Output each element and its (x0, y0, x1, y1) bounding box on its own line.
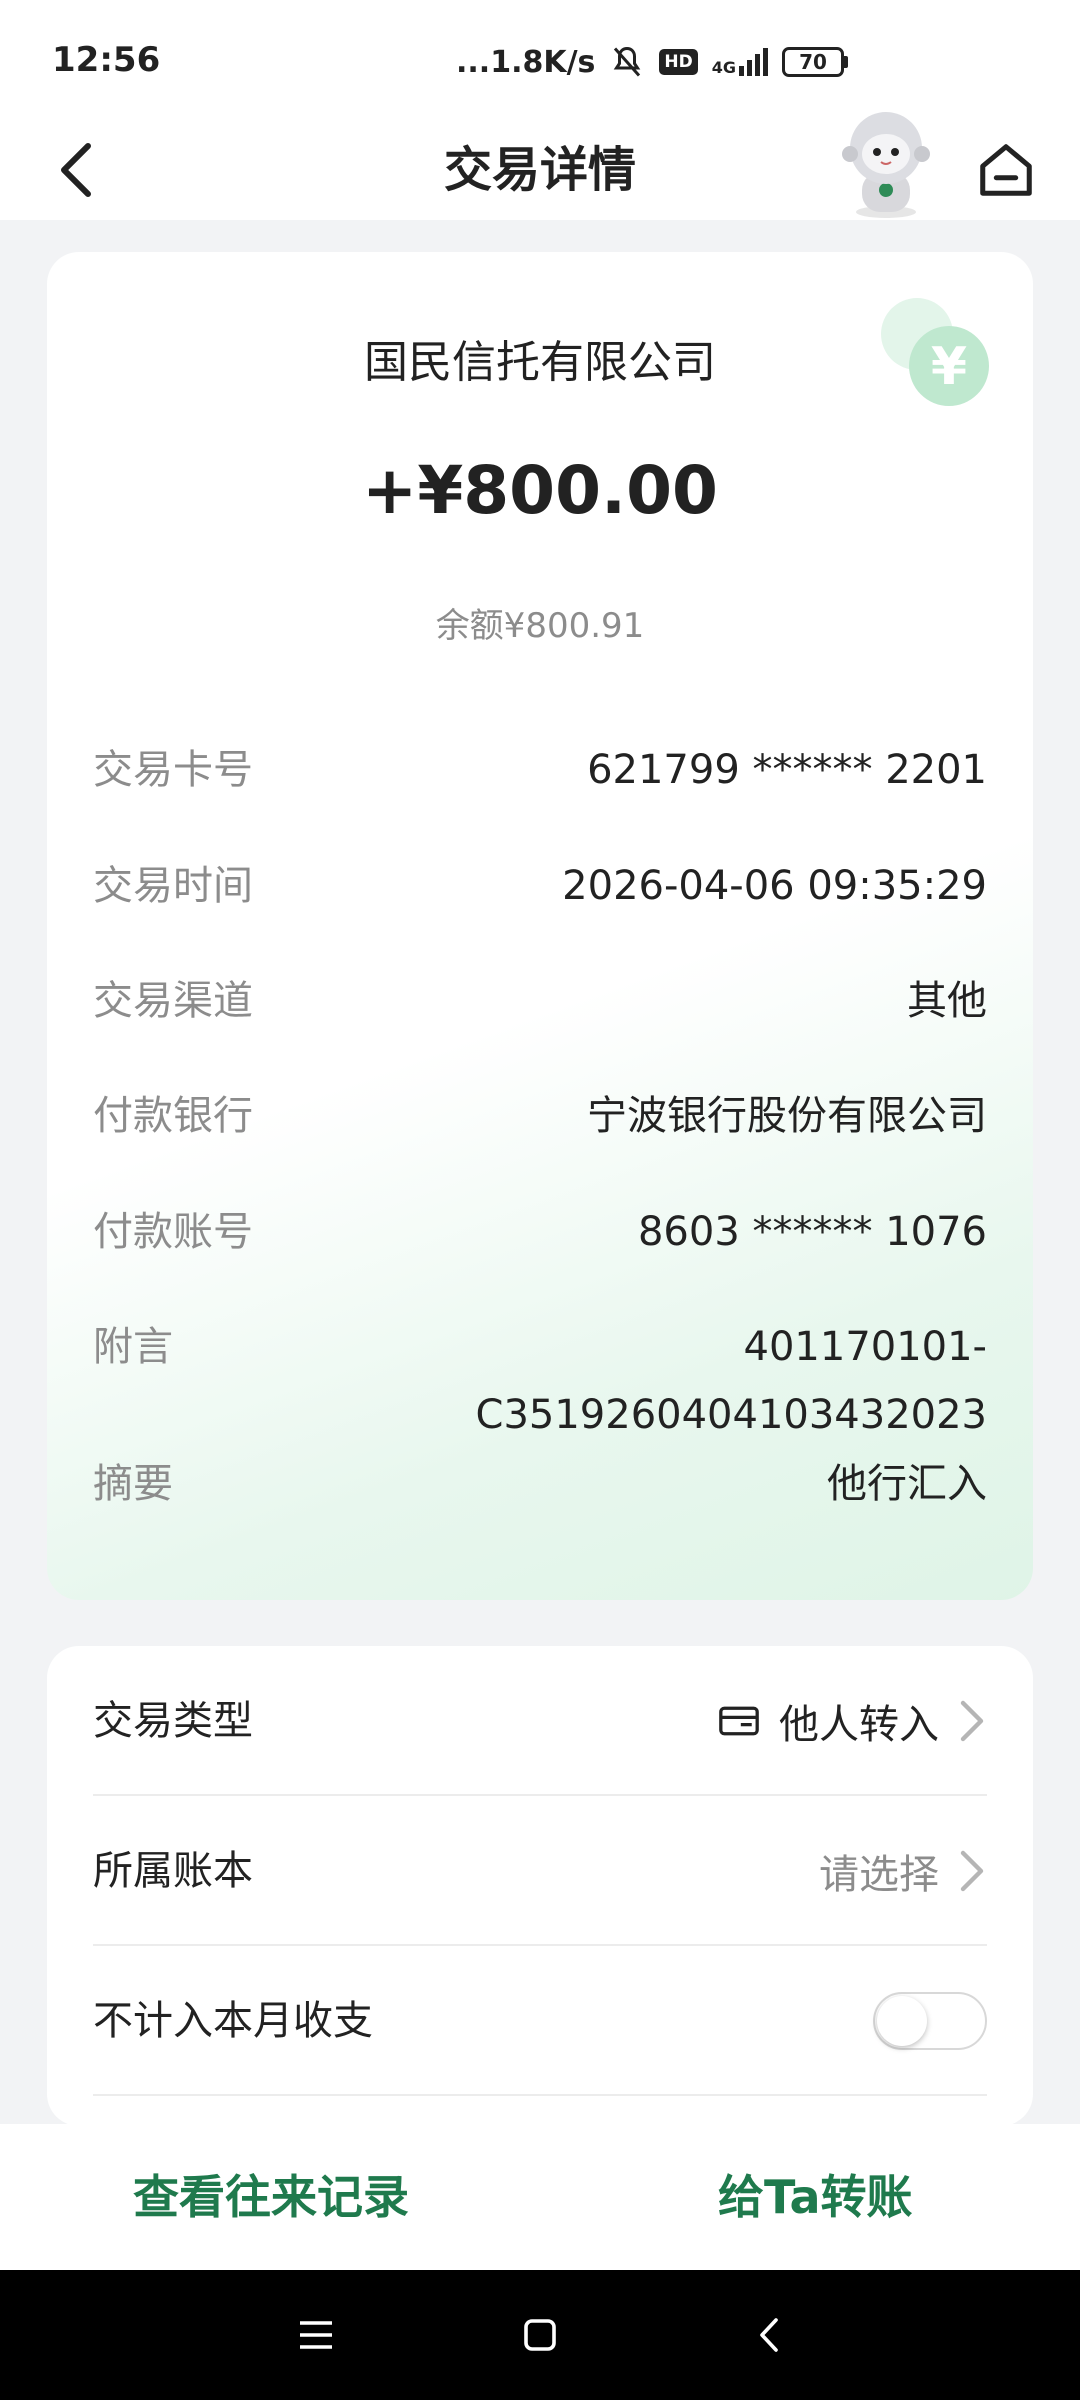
payer-name: 国民信托有限公司 (364, 337, 716, 388)
chevron-right-icon (960, 1850, 984, 1892)
home-button[interactable] (966, 130, 1046, 210)
detail-label: 交易渠道 (93, 978, 253, 1024)
detail-value: 8603 ****** 1076 (637, 1209, 987, 1255)
detail-value: 401170101- C351926040410343202​3 (476, 1313, 987, 1449)
transaction-amount: +¥800.00 (362, 452, 718, 529)
view-history-button[interactable]: 查看往来记录 (133, 2124, 409, 2270)
setting-label: 不计入本月收支 (93, 1998, 373, 2044)
setting-value: 请选择 (819, 1852, 939, 1898)
bell-muted-icon (614, 46, 641, 77)
exclude-monthly-row: 不计入本月收支 (93, 1946, 987, 2096)
menu-button[interactable] (286, 2305, 346, 2365)
chevron-right-icon (960, 1700, 984, 1742)
memo-line-2: C351926040410343202​3 (475, 1392, 987, 1438)
transfer-card-icon (719, 1706, 759, 1736)
app-header: 交易详情 (0, 112, 1080, 220)
signal-icon: 4G (711, 48, 769, 77)
chevron-left-icon (61, 143, 91, 197)
setting-label: 交易类型 (93, 1698, 253, 1744)
transfer-to-button[interactable]: 给Ta转账 (718, 2124, 913, 2270)
toggle-knob (877, 1996, 927, 2046)
account-balance: 余额¥800.91 (435, 606, 645, 646)
ledger-row[interactable]: 所属账本 请选择 (93, 1796, 987, 1946)
menu-icon (300, 2321, 332, 2349)
transaction-card: ¥ 国民信托有限公司 +¥800.00 余额¥800.91 交易卡号 62179… (47, 252, 1033, 1600)
memo-line-1: 401170101- (743, 1324, 987, 1370)
status-indicators: ...1.8K/s HD 4G 70 (456, 44, 849, 80)
detail-label: 摘要 (93, 1461, 173, 1507)
exclude-toggle[interactable] (873, 1992, 987, 2050)
settings-card: 交易类型 他人转入 所属账本 请选择 不计入本月收支 (47, 1646, 1033, 2126)
detail-label: 付款账号 (93, 1209, 253, 1255)
detail-value: 宁波银行股份有限公司 (587, 1093, 987, 1139)
transaction-type-row[interactable]: 交易类型 他人转入 (93, 1646, 987, 1796)
hd-badge: HD (659, 49, 698, 75)
detail-label: 交易时间 (93, 863, 253, 909)
detail-value: 2026-04-06 09:35:29 (562, 863, 987, 909)
chevron-left-icon (760, 2318, 778, 2352)
battery-icon: 70 (782, 47, 849, 77)
setting-label: 所属账本 (93, 1848, 253, 1894)
detail-value: 他行汇入 (827, 1461, 987, 1507)
setting-value: 他人转入 (779, 1702, 939, 1748)
back-nav-button[interactable] (738, 2305, 798, 2365)
home-icon (980, 144, 1032, 196)
network-speed: ...1.8K/s (456, 44, 596, 80)
assistant-mascot-icon[interactable] (836, 108, 936, 220)
detail-value: 621799 ****** 2201 (587, 747, 987, 793)
back-button[interactable] (40, 134, 112, 206)
detail-label: 交易卡号 (93, 747, 253, 793)
detail-label: 付款银行 (93, 1093, 253, 1139)
detail-label: 附言 (93, 1324, 173, 1370)
signal-type: 4G (711, 58, 737, 77)
bottom-action-bar: 查看往来记录 给Ta转账 (0, 2124, 1080, 2270)
detail-value: 其他 (907, 978, 987, 1024)
status-time: 12:56 (52, 40, 161, 80)
status-bar: 12:56 ...1.8K/s HD 4G 70 (0, 0, 1080, 120)
square-icon (524, 2319, 556, 2351)
home-nav-button[interactable] (510, 2305, 570, 2365)
battery-level: 70 (782, 47, 845, 77)
system-nav-bar (0, 2270, 1080, 2400)
